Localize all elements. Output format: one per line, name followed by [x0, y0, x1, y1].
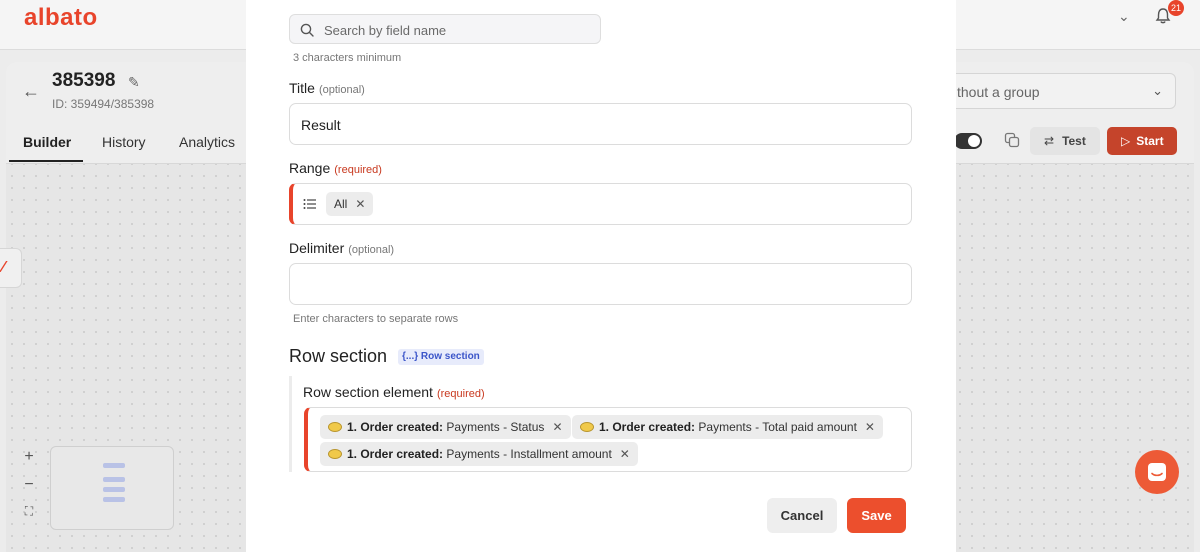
- group-select-value: thout a group: [957, 84, 1040, 100]
- albato-mark-icon: ⁄: [2, 259, 5, 276]
- optional-tag: (optional): [318, 84, 365, 96]
- remove-chip-icon[interactable]: ✕: [865, 420, 875, 434]
- minimap[interactable]: [50, 446, 174, 530]
- search-hint: 3 characters minimum: [293, 52, 402, 64]
- row-chip[interactable]: 1. Order created: Payments - Installment…: [320, 442, 638, 466]
- row-chip-field: Payments - Status: [446, 420, 545, 434]
- cancel-button[interactable]: Cancel: [767, 498, 837, 533]
- fit-screen-icon[interactable]: ⛶: [18, 504, 40, 532]
- delimiter-field-label: Delimiter (optional): [289, 240, 394, 256]
- list-icon: [303, 199, 316, 209]
- zoom-controls: + − ⛶: [18, 448, 40, 532]
- support-chat-button[interactable]: [1135, 450, 1179, 494]
- range-chip[interactable]: All ✕: [326, 192, 374, 216]
- start-button[interactable]: ▷ Start: [1107, 127, 1177, 155]
- tab-analytics[interactable]: Analytics: [179, 134, 235, 150]
- range-input[interactable]: All ✕: [289, 183, 912, 225]
- row-section-element-label: Row section element (required): [303, 384, 485, 400]
- minimap-node: [103, 497, 125, 502]
- row-chip-source: 1. Order created:: [599, 420, 696, 434]
- row-chip-source: 1. Order created:: [347, 420, 444, 434]
- test-button-label: Test: [1062, 134, 1086, 148]
- optional-tag: (optional): [348, 244, 395, 256]
- zoom-out-icon[interactable]: −: [18, 476, 40, 504]
- albato-logo[interactable]: albato: [24, 4, 98, 32]
- tab-builder[interactable]: Builder: [23, 134, 71, 150]
- row-chip[interactable]: 1. Order created: Payments - Status ✕: [320, 415, 571, 439]
- save-button[interactable]: Save: [847, 498, 906, 533]
- start-button-label: Start: [1136, 134, 1164, 148]
- chevron-down-icon: ⌄: [1152, 83, 1163, 98]
- range-label-text: Range: [289, 160, 331, 176]
- zoom-in-icon[interactable]: +: [18, 448, 40, 476]
- row-section-element-text: Row section element: [303, 384, 433, 400]
- notifications-badge: 21: [1168, 0, 1185, 16]
- chevron-down-icon[interactable]: ⌄: [1118, 8, 1130, 25]
- range-chip-label: All: [334, 197, 348, 211]
- minimap-node: [103, 487, 125, 492]
- range-field-label: Range (required): [289, 160, 382, 176]
- chat-icon: [1148, 463, 1166, 481]
- row-section-indent: [289, 376, 292, 472]
- minimap-node: [103, 463, 125, 468]
- group-select[interactable]: thout a group ⌄: [940, 73, 1176, 109]
- title-label-text: Title: [289, 80, 315, 96]
- row-chip-source: 1. Order created:: [347, 447, 444, 461]
- order-source-icon: [580, 422, 594, 432]
- side-panel-handle[interactable]: ⁄: [0, 248, 22, 288]
- order-source-icon: [328, 422, 342, 432]
- copy-icon[interactable]: [1004, 132, 1020, 148]
- bundle-title: 385398: [52, 70, 116, 91]
- back-arrow-icon[interactable]: ←: [22, 81, 40, 102]
- test-button[interactable]: ⇄ Test: [1030, 127, 1100, 155]
- title-field-label: Title (optional): [289, 80, 365, 96]
- search-input[interactable]: [324, 20, 594, 40]
- required-tag: (required): [436, 388, 485, 400]
- minimap-node: [103, 477, 125, 482]
- row-section-badge: {...} Row section: [398, 349, 484, 365]
- row-chip-field: Payments - Total paid amount: [698, 420, 857, 434]
- delimiter-input[interactable]: [289, 263, 912, 305]
- tab-history[interactable]: History: [102, 134, 146, 150]
- title-input-value: Result: [301, 117, 341, 133]
- bundle-id-label: ID: 359494/385398: [52, 97, 155, 111]
- remove-chip-icon[interactable]: ✕: [620, 447, 630, 461]
- delimiter-label-text: Delimiter: [289, 240, 345, 256]
- swap-icon: ⇄: [1044, 134, 1055, 148]
- row-chip-field: Payments - Installment amount: [446, 447, 612, 461]
- required-tag: (required): [334, 164, 382, 176]
- active-tab-indicator: [9, 160, 83, 162]
- field-search[interactable]: [289, 14, 601, 44]
- remove-chip-icon[interactable]: ✕: [355, 197, 365, 211]
- field-settings-modal: 3 characters minimum Title(optional) Res…: [246, 0, 956, 552]
- row-section-title: Row section: [289, 346, 388, 366]
- title-input[interactable]: Result: [289, 103, 912, 145]
- bundle-toggle[interactable]: [954, 133, 982, 149]
- delimiter-hint: Enter characters to separate rows: [293, 313, 459, 325]
- row-section-element-input[interactable]: 1. Order created: Payments - Status ✕ 1. …: [304, 407, 912, 472]
- play-icon: ▷: [1121, 134, 1131, 148]
- search-icon: [300, 23, 314, 37]
- row-chip[interactable]: 1. Order created: Payments - Total paid …: [572, 415, 883, 439]
- edit-pencil-icon[interactable]: ✎: [128, 74, 140, 91]
- remove-chip-icon[interactable]: ✕: [552, 420, 562, 434]
- order-source-icon: [328, 449, 342, 459]
